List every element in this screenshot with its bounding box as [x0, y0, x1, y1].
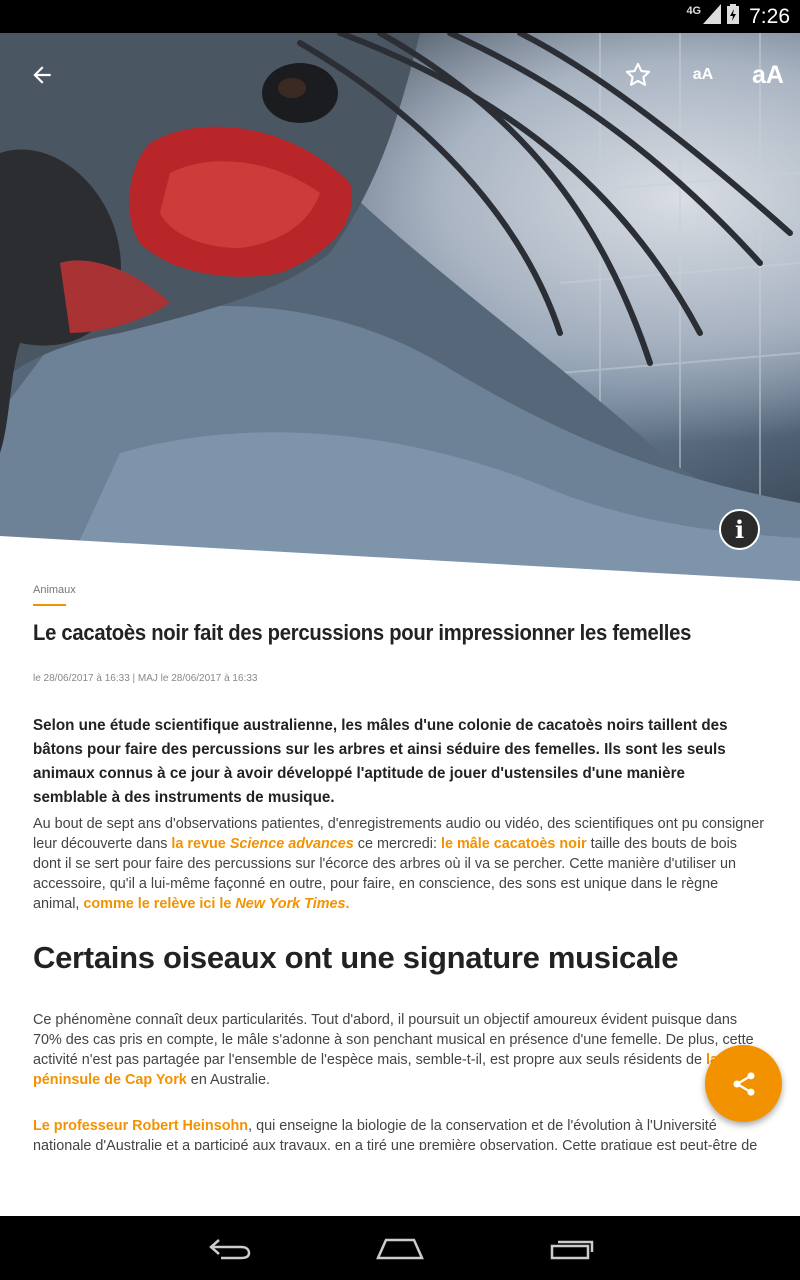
star-outline-icon — [625, 62, 651, 86]
article-lead: Selon une étude scientifique australienn… — [33, 717, 728, 806]
share-icon — [733, 1071, 754, 1096]
nav-recents-icon — [550, 1240, 594, 1260]
nav-back-icon — [209, 1239, 251, 1260]
nav-recents-button[interactable] — [542, 1228, 602, 1268]
nav-home-icon — [376, 1238, 424, 1260]
nav-home-button[interactable] — [370, 1228, 430, 1268]
share-button[interactable] — [705, 1045, 782, 1122]
info-button[interactable]: i — [719, 509, 760, 550]
font-increase-button[interactable]: aA — [744, 55, 792, 95]
paragraph-1: Au bout de sept ans d'observations patie… — [33, 814, 768, 914]
article-title: Le cacatoès noir fait des percussions po… — [33, 620, 692, 645]
status-icons: 4G 7:26 — [686, 0, 790, 33]
text: en Australie. — [186, 1072, 271, 1088]
clock: 7:26 — [749, 4, 790, 28]
paragraph-2: Ce phénomène connaît deux particularités… — [33, 1010, 768, 1090]
article-body: Animaux Le cacatoès noir fait des percus… — [33, 580, 768, 1150]
back-button[interactable] — [22, 55, 62, 95]
section-heading: Certains oiseaux ont une signature music… — [33, 940, 679, 975]
link-text: comme le relève ici le — [83, 896, 236, 912]
link-text: la revue — [171, 836, 230, 852]
text: Ce phénomène connaît deux particularités… — [33, 1012, 754, 1068]
signal-icon — [703, 4, 722, 29]
paragraph-3: Le professeur Robert Heinsohn, qui ensei… — [33, 1116, 768, 1150]
arrow-left-icon — [33, 66, 51, 84]
favorite-button[interactable] — [618, 55, 658, 95]
navigation-bar — [0, 1216, 800, 1280]
link-robert-heinsohn[interactable]: Le professeur Robert Heinsohn — [33, 1118, 248, 1134]
publish-dates: le 28/06/2017 à 16:33 | MAJ le 28/06/201… — [33, 673, 258, 684]
cockatoo-photo — [0, 33, 800, 583]
text: ce mercredi: — [353, 836, 441, 852]
link-science-advances[interactable]: la revue Science advances — [171, 836, 353, 852]
nav-back-button[interactable] — [200, 1228, 260, 1268]
link-text-italic: New York Times — [235, 896, 346, 912]
category-label[interactable]: Animaux — [33, 584, 76, 596]
link-cacatoes-noir[interactable]: le mâle cacatoès noir — [441, 836, 587, 852]
network-type: 4G — [686, 5, 702, 17]
status-bar: 4G 7:26 — [0, 0, 800, 33]
battery-icon — [727, 4, 740, 29]
text: . — [345, 896, 350, 912]
hero-image — [0, 33, 800, 583]
link-new-york-times[interactable]: comme le relève ici le New York Times — [83, 896, 345, 912]
font-decrease-button[interactable]: aA — [682, 55, 724, 95]
link-text-italic: Science advances — [229, 836, 354, 852]
category-underline — [33, 604, 66, 606]
